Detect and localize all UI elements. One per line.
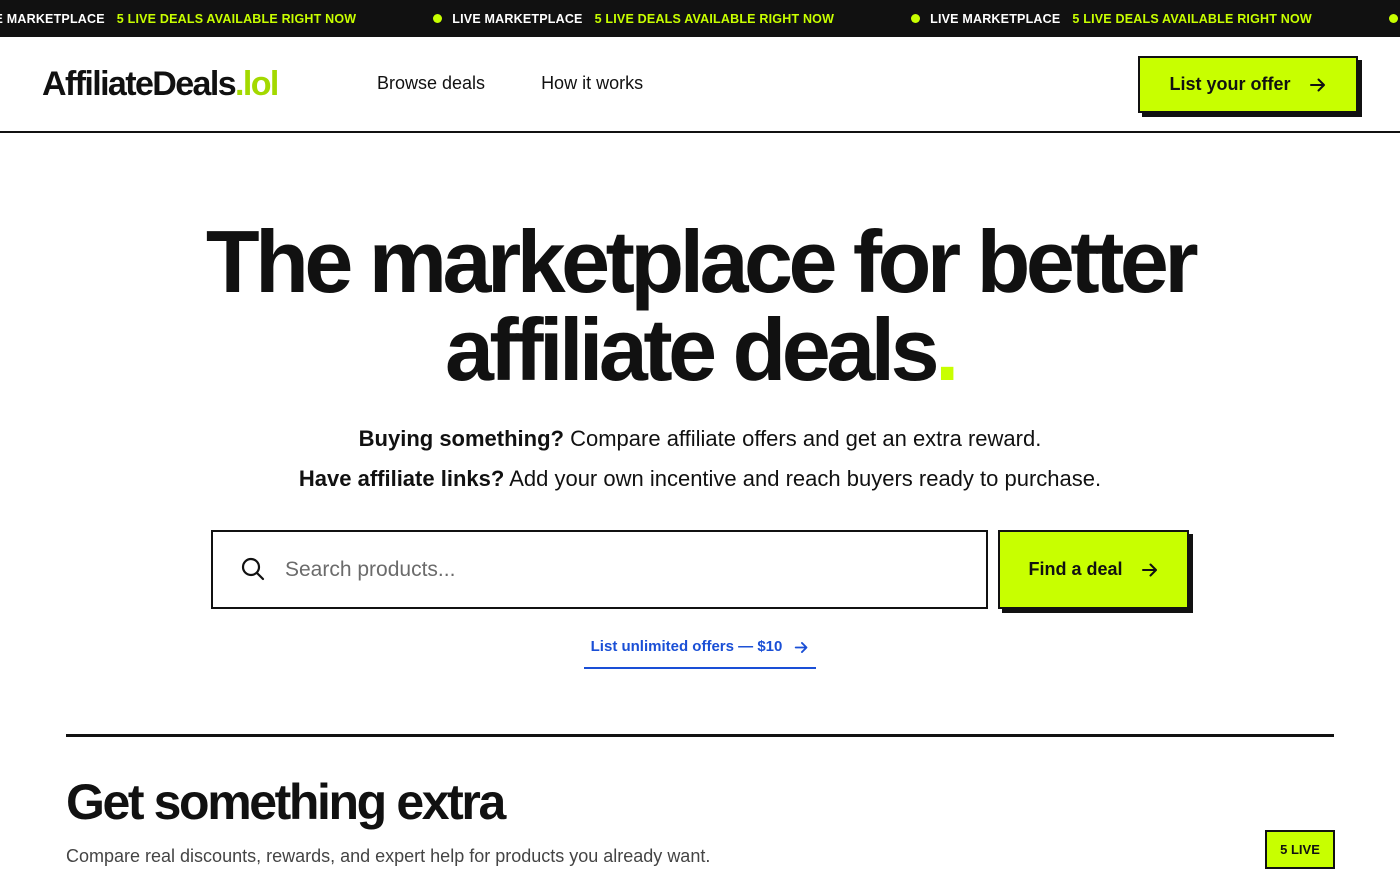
nav-browse-deals[interactable]: Browse deals (377, 73, 485, 94)
list-your-offer-button[interactable]: List your offer (1138, 56, 1358, 113)
ticker-item: LIVE MARKETPLACE 5 LIVE DEALS AVAILABLE … (433, 12, 911, 26)
find-deal-button[interactable]: Find a deal (998, 530, 1189, 609)
list-unlimited-offers-link[interactable]: List unlimited offers — $10 (584, 638, 816, 669)
buyer-tagline-text: Compare affiliate offers and get an extr… (563, 426, 1042, 451)
main-nav: Browse deals How it works (377, 73, 643, 94)
ticker-live-count: 5 LIVE DEALS AVAILABLE RIGHT NOW (1072, 11, 1312, 26)
find-deal-label: Find a deal (1028, 559, 1123, 579)
live-count-badge: 5 LIVE (1265, 830, 1335, 869)
ticker-label: LIVE MARKETPLACE (930, 11, 1061, 26)
ticker-track: VE MARKETPLACE 5 LIVE DEALS AVAILABLE RI… (0, 0, 1400, 37)
list-your-offer-label: List your offer (1169, 74, 1291, 94)
ticker-item: L (1388, 12, 1400, 26)
ticker-label: LIVE MARKETPLACE (452, 11, 583, 26)
hero-title-dot: . (935, 300, 959, 399)
ticker-live-count: 5 LIVE DEALS AVAILABLE RIGHT NOW (116, 11, 357, 26)
live-dot-icon (911, 14, 921, 23)
site-header: AffiliateDeals.lol Browse deals How it w… (0, 37, 1400, 133)
section-title: Get something extra (66, 774, 506, 830)
ticker-label: VE MARKETPLACE (0, 11, 105, 26)
live-ticker: VE MARKETPLACE 5 LIVE DEALS AVAILABLE RI… (0, 0, 1400, 37)
affiliate-tagline: Have affiliate links? Add your own incen… (0, 466, 1400, 492)
arrow-right-icon (1141, 563, 1157, 576)
section-subtitle: Compare real discounts, rewards, and exp… (66, 846, 711, 866)
live-dot-icon (433, 14, 443, 23)
search-input[interactable] (285, 550, 965, 590)
hero-title-line2: affiliate deals (444, 300, 940, 399)
ticker-live-count: 5 LIVE DEALS AVAILABLE RIGHT NOW (594, 11, 835, 26)
live-dot-icon (1388, 14, 1398, 23)
buyer-tagline: Buying something? Compare affiliate offe… (0, 426, 1400, 452)
nav-how-it-works[interactable]: How it works (541, 73, 643, 94)
list-unlimited-offers-label: List unlimited offers — $10 (590, 638, 783, 655)
search-box (211, 530, 988, 609)
logo-main: AffiliateDeals (42, 65, 237, 103)
buyer-tagline-bold: Buying something? (358, 426, 564, 451)
arrow-right-icon (1309, 78, 1325, 91)
site-logo[interactable]: AffiliateDeals.lol (42, 65, 279, 104)
ticker-item: LIVE MARKETPLACE 5 LIVE DEALS AVAILABLE … (911, 12, 1389, 26)
hero-title: The marketplace for better affiliate dea… (0, 218, 1400, 394)
hero-title-line1: The marketplace for better (205, 212, 1199, 311)
search-icon (241, 557, 265, 581)
ticker-item: VE MARKETPLACE 5 LIVE DEALS AVAILABLE RI… (0, 12, 433, 26)
section-divider (66, 734, 1334, 737)
affiliate-tagline-text: Add your own incentive and reach buyers … (504, 466, 1102, 491)
logo-accent: .lol (235, 65, 279, 103)
affiliate-tagline-bold: Have affiliate links? (298, 466, 505, 491)
arrow-right-icon (795, 642, 808, 653)
